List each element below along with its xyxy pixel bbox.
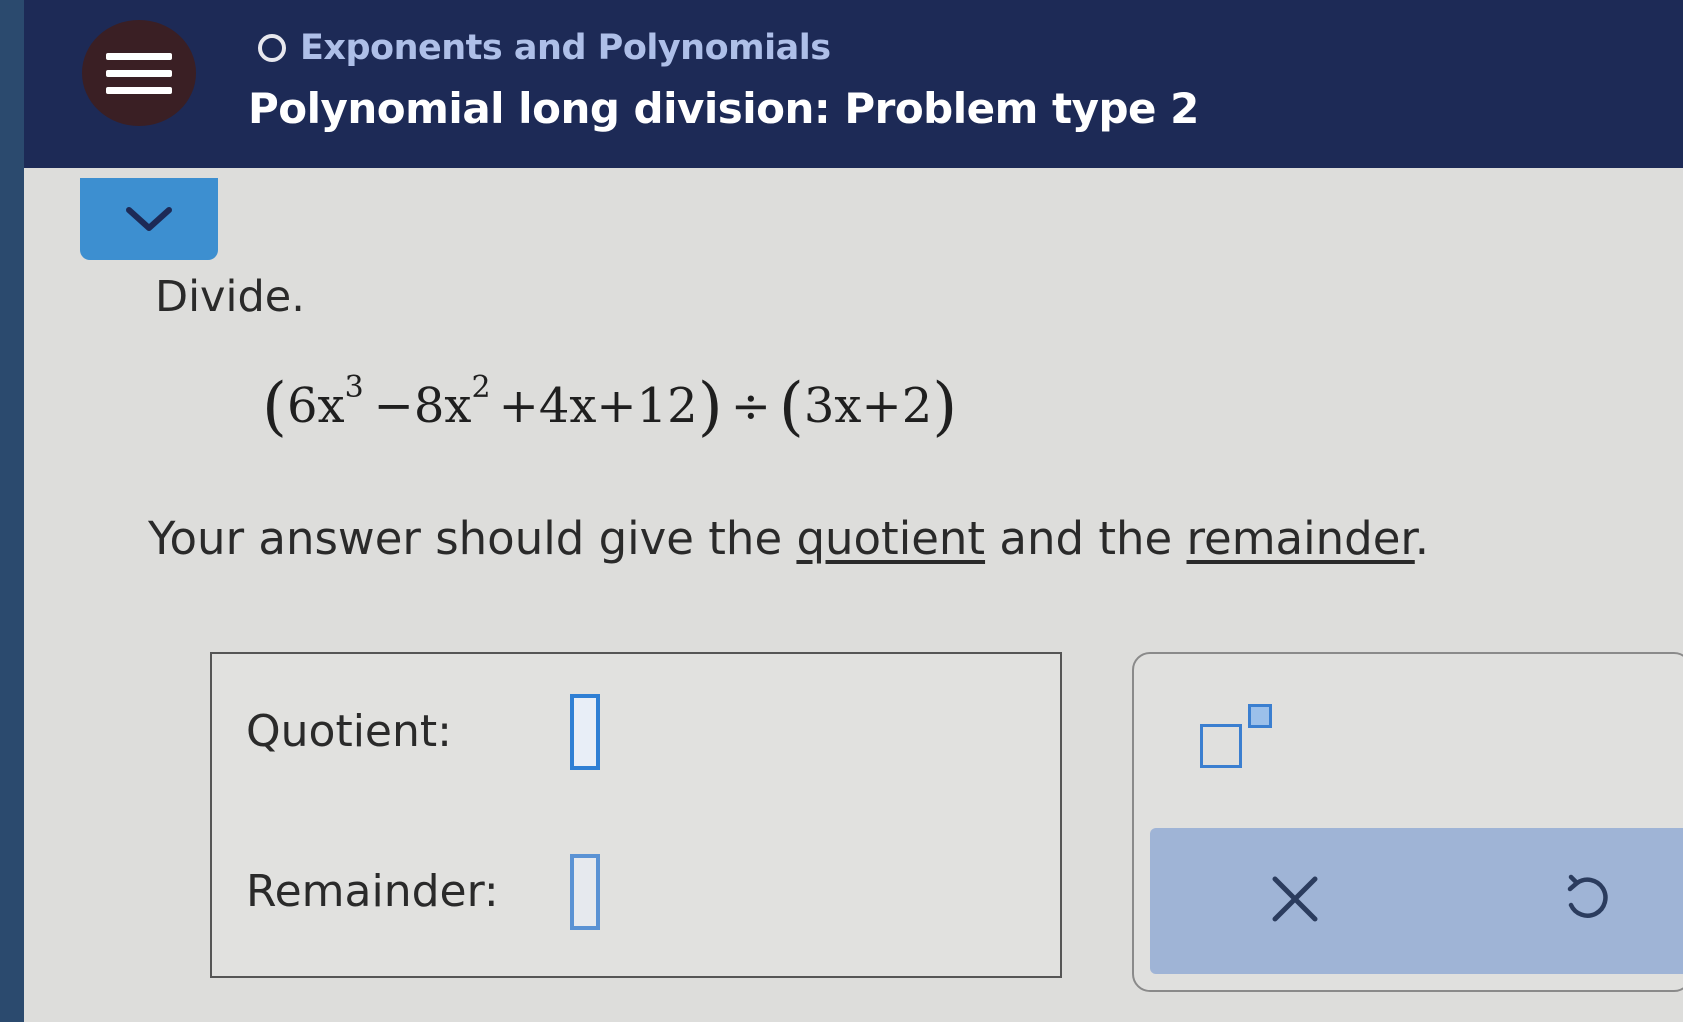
page-title: Polynomial long division: Problem type 2	[248, 84, 1199, 133]
collapse-toggle-button[interactable]	[80, 178, 218, 260]
division-operator: ÷	[730, 378, 771, 434]
open-paren: (	[778, 370, 804, 444]
clear-button[interactable]	[1250, 854, 1340, 944]
chevron-down-icon	[126, 207, 172, 231]
open-paren: (	[262, 370, 287, 444]
instruction-part: Your answer should give the	[148, 512, 797, 565]
term-6x: 6x	[286, 378, 345, 434]
clear-x-icon	[1272, 876, 1318, 922]
term-rest: +4x+12	[498, 378, 698, 434]
exponent-2: 2	[471, 370, 491, 405]
remainder-label: Remainder:	[246, 866, 499, 917]
topic-breadcrumb[interactable]: Exponents and Polynomials	[258, 28, 831, 68]
close-paren: )	[932, 370, 958, 444]
quotient-link[interactable]: quotient	[796, 512, 985, 565]
instruction-part: .	[1414, 512, 1430, 565]
remainder-input[interactable]	[570, 854, 600, 930]
undo-button[interactable]	[1540, 854, 1630, 944]
answer-box	[210, 652, 1062, 978]
quotient-input[interactable]	[570, 694, 600, 770]
term-minus-8x: −8x	[373, 378, 472, 434]
window-edge	[0, 0, 24, 1022]
divisor: 3x+2	[803, 378, 933, 434]
exponent-3: 3	[344, 370, 364, 405]
remainder-link[interactable]: remainder	[1187, 512, 1415, 565]
hamburger-menu-button[interactable]	[82, 20, 196, 126]
topic-progress-icon	[258, 34, 286, 62]
superscript-button[interactable]	[1200, 700, 1290, 780]
close-paren: )	[697, 370, 723, 444]
superscript-icon	[1200, 724, 1242, 768]
quotient-label: Quotient:	[246, 706, 452, 757]
division-equation: (6x3 −8x2 +4x+12) ÷ (3x+2)	[262, 370, 957, 444]
instruction-part: and the	[985, 512, 1187, 565]
menu-line	[106, 52, 172, 60]
undo-icon	[1567, 874, 1608, 918]
menu-line	[106, 86, 172, 94]
instruction-text: Your answer should give the quotient and…	[148, 512, 1429, 565]
topic-label: Exponents and Polynomials	[300, 28, 831, 68]
superscript-exponent-box	[1248, 704, 1272, 728]
menu-line	[106, 69, 172, 77]
problem-prompt: Divide.	[155, 272, 305, 322]
